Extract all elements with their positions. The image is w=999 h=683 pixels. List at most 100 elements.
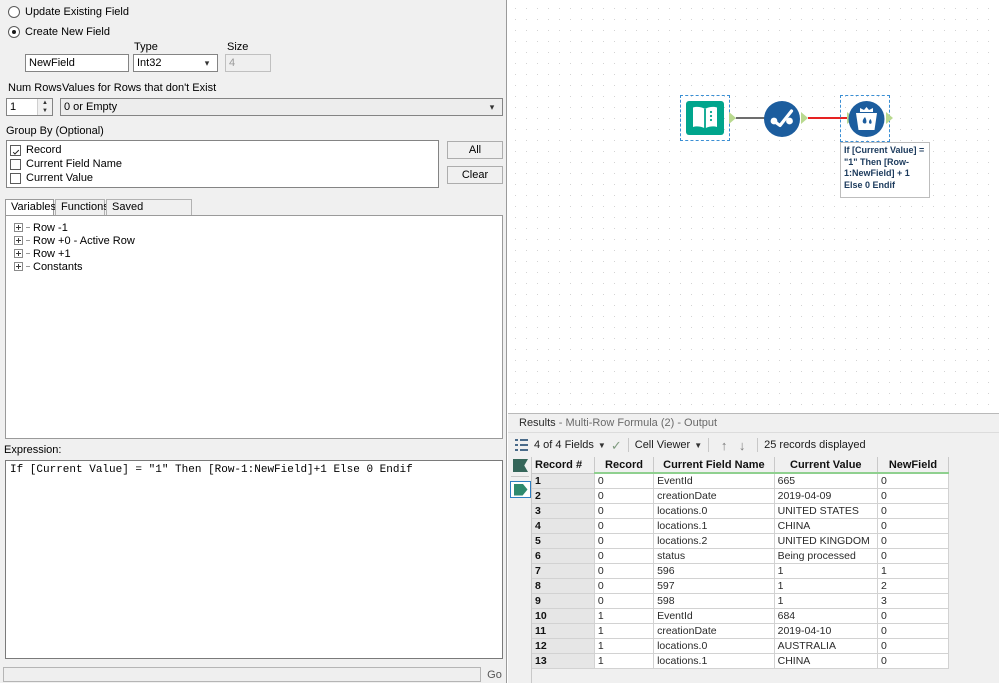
alteryx-multi-row-formula-window: Update Existing Field Create New Field T… — [0, 0, 999, 683]
cell-newfield: 0 — [877, 638, 950, 654]
current-record-indicator[interactable] — [510, 481, 531, 498]
num-rows-spin-buttons[interactable]: ▲ ▼ — [37, 99, 52, 115]
check-circle-icon[interactable] — [762, 100, 802, 138]
col-header-newfield[interactable]: NewField — [877, 457, 950, 474]
output-anchor-formula-node[interactable] — [886, 112, 893, 124]
values-for-rows-select[interactable]: 0 or Empty ▾ — [60, 98, 503, 116]
cell-viewer-selector[interactable]: Cell Viewer ▼ — [635, 439, 702, 451]
table-row[interactable]: 3 0 locations.0 UNITED STATES 0 — [532, 503, 950, 519]
cell-record-number: 7 — [532, 563, 595, 579]
select-all-button[interactable]: All — [447, 141, 503, 159]
num-rows-stepper[interactable]: 1 ▲ ▼ — [6, 98, 53, 116]
tree-item-label: Constants — [33, 260, 83, 273]
num-rows-label: Num Rows — [8, 82, 62, 94]
col-header-current-field-name[interactable]: Current Field Name — [653, 457, 775, 474]
spin-down-icon[interactable]: ▼ — [38, 107, 52, 115]
table-row[interactable]: 8 0 597 1 2 — [532, 578, 950, 594]
table-row[interactable]: 7 0 596 1 1 — [532, 563, 950, 579]
chevron-down-icon: ▾ — [204, 58, 210, 68]
group-by-item-current-field-name[interactable]: Current Field Name — [10, 157, 435, 171]
chevron-down-icon: ▼ — [597, 440, 606, 450]
go-button[interactable]: Go — [482, 667, 507, 682]
tree-item-row-plus-0[interactable]: Row +0 - Active Row — [6, 234, 502, 247]
radio-create-new-field[interactable]: Create New Field — [8, 26, 110, 38]
size-input[interactable]: 4 — [225, 54, 271, 72]
table-row[interactable]: 11 1 creationDate 2019-04-10 0 — [532, 623, 950, 639]
table-row[interactable]: 5 0 locations.2 UNITED KINGDOM 0 — [532, 533, 950, 549]
table-row[interactable]: 2 0 creationDate 2019-04-09 0 — [532, 488, 950, 504]
tree-connector — [26, 266, 30, 267]
cell-record-number: 9 — [532, 593, 595, 609]
expand-plus-icon[interactable] — [14, 249, 23, 258]
book-icon[interactable] — [686, 101, 724, 135]
formula-bucket-icon[interactable] — [847, 100, 886, 138]
tab-saved-expressions[interactable]: Saved Expressions — [106, 199, 192, 228]
table-row[interactable]: 9 0 598 1 3 — [532, 593, 950, 609]
table-row[interactable]: 1 0 EventId 665 0 — [532, 473, 950, 489]
col-header-record-number[interactable]: Record # — [532, 457, 595, 474]
scroll-down-icon[interactable]: ↓ — [733, 438, 751, 453]
apply-check-icon[interactable]: ✓ — [611, 439, 622, 452]
output-anchor-input-node[interactable] — [729, 112, 736, 124]
table-row[interactable]: 4 0 locations.1 CHINA 0 — [532, 518, 950, 534]
results-title-bar: Results - Multi-Row Formula (2) - Output — [508, 414, 999, 433]
node-annotation[interactable]: If [Current Value] = "1" Then [Row-1:New… — [840, 142, 930, 198]
cell-viewer-label: Cell Viewer — [634, 439, 691, 451]
expression-tabstrip: Variables Functions Saved Expressions — [5, 199, 503, 228]
variables-tree[interactable]: Row -1 Row +0 - Active Row Row +1 Consta… — [5, 215, 503, 439]
results-table[interactable]: Record # Record Current Field Name Curre… — [532, 457, 950, 669]
cell-newfield: 2 — [877, 578, 950, 594]
field-list-icon[interactable] — [515, 439, 528, 451]
scroll-up-icon[interactable]: ↑ — [715, 438, 733, 453]
search-input[interactable] — [3, 667, 481, 682]
cell-record: 0 — [594, 488, 655, 504]
tree-item-row-plus-1[interactable]: Row +1 — [6, 247, 502, 260]
cell-record-number: 4 — [532, 518, 595, 534]
new-field-name-input[interactable]: NewField — [25, 54, 129, 72]
grid-gutter — [508, 457, 532, 683]
tree-item-label: Row +1 — [33, 247, 71, 260]
type-select-value: Int32 — [137, 57, 162, 69]
spin-up-icon[interactable]: ▲ — [38, 99, 52, 107]
tree-item-row-minus-1[interactable]: Row -1 — [6, 221, 502, 234]
checkbox-current-value[interactable] — [10, 172, 21, 184]
group-by-list[interactable]: Record Current Field Name Current Value — [6, 140, 439, 188]
expand-plus-icon[interactable] — [14, 223, 23, 232]
cell-current-value: CHINA — [774, 518, 878, 534]
table-row[interactable]: 12 1 locations.0 AUSTRALIA 0 — [532, 638, 950, 654]
group-by-item-record[interactable]: Record — [10, 143, 435, 157]
checkbox-record[interactable] — [10, 144, 21, 156]
group-by-item-current-value[interactable]: Current Value — [10, 171, 435, 185]
clear-selection-button[interactable]: Clear — [447, 166, 503, 184]
radio-update-indicator — [8, 6, 20, 18]
tree-connector — [26, 227, 30, 228]
results-panel: Results - Multi-Row Formula (2) - Output… — [508, 413, 999, 683]
expand-plus-icon[interactable] — [14, 236, 23, 245]
toolbar-divider — [708, 438, 710, 452]
radio-create-indicator — [8, 26, 20, 38]
tab-functions[interactable]: Functions — [55, 199, 109, 215]
output-anchor-filter-node[interactable] — [801, 112, 808, 124]
tree-item-constants[interactable]: Constants — [6, 260, 502, 273]
table-row[interactable]: 10 1 EventId 684 0 — [532, 608, 950, 624]
checkbox-current-field-name[interactable] — [10, 158, 21, 170]
cell-current-value: AUSTRALIA — [774, 638, 878, 654]
expression-label: Expression: — [4, 444, 62, 456]
table-row[interactable]: 6 0 status Being processed 0 — [532, 548, 950, 564]
expand-plus-icon[interactable] — [14, 262, 23, 271]
radio-update-existing-field[interactable]: Update Existing Field — [8, 6, 129, 18]
fields-selector[interactable]: 4 of 4 Fields ▼ — [534, 439, 606, 451]
col-header-current-value[interactable]: Current Value — [774, 457, 878, 474]
expression-editor[interactable]: If [Current Value] = "1" Then [Row-1:New… — [5, 460, 503, 659]
type-select[interactable]: Int32 ▾ — [133, 54, 218, 72]
workflow-canvas[interactable] — [508, 0, 999, 413]
col-header-record[interactable]: Record — [594, 457, 655, 474]
cell-record-number: 6 — [532, 548, 595, 564]
cell-current-field-name: creationDate — [653, 623, 775, 639]
tab-variables[interactable]: Variables — [5, 199, 56, 215]
results-grid[interactable]: Record # Record Current Field Name Curre… — [508, 457, 999, 683]
cell-current-field-name: locations.0 — [653, 503, 775, 519]
table-row[interactable]: 13 1 locations.1 CHINA 0 — [532, 653, 950, 669]
cell-record: 0 — [594, 593, 655, 609]
cell-current-value: 665 — [774, 473, 878, 489]
